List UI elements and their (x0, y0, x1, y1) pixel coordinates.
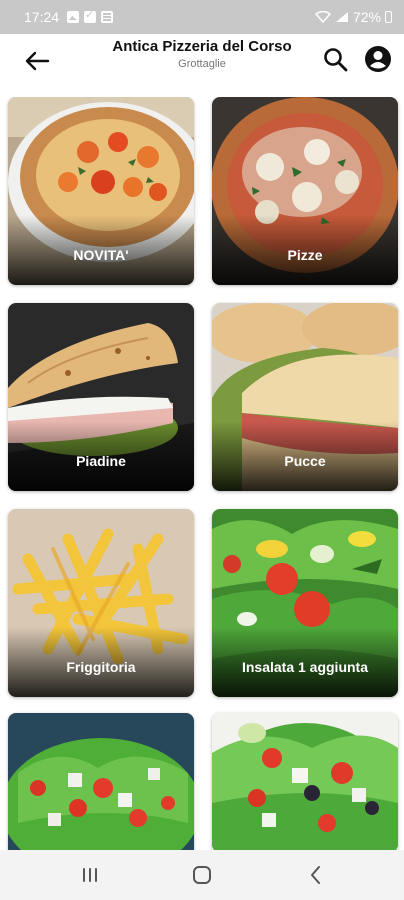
salad-feta-photo (8, 713, 194, 850)
status-bar: 17:24 72% (0, 0, 404, 34)
category-card-insalata[interactable]: Insalata 1 aggiunta (212, 509, 398, 697)
message-notification-icon (101, 11, 114, 23)
category-card-novita[interactable]: NOVITA' (8, 97, 194, 285)
back-icon[interactable] (304, 863, 328, 887)
category-card-pucce[interactable]: Pucce (212, 303, 398, 491)
app-header: Antica Pizzeria del Corso Grottaglie (0, 34, 404, 88)
category-label: Pizze (287, 247, 323, 263)
notification-icons (67, 8, 114, 23)
gallery-notification-icon (67, 11, 80, 23)
wifi-icon (314, 11, 331, 23)
status-time: 17:24 (24, 9, 60, 25)
signal-icon (335, 12, 348, 22)
battery-level: 72% (352, 9, 381, 25)
status-right: 72% (314, 9, 392, 25)
category-label: Friggitoria (66, 659, 136, 675)
account-icon[interactable] (364, 45, 392, 73)
category-grid: NOVITA' Pizze Piadine Pucce Friggitoria … (0, 97, 404, 850)
recent-apps-icon[interactable] (78, 863, 102, 887)
home-icon[interactable] (190, 863, 214, 887)
category-label: Pucce (284, 453, 326, 469)
category-label: NOVITA' (73, 247, 129, 263)
category-card-friggitoria[interactable]: Friggitoria (8, 509, 194, 697)
category-card-piadine[interactable]: Piadine (8, 303, 194, 491)
category-label: Piadine (76, 453, 126, 469)
battery-icon (385, 11, 392, 23)
check-notification-icon (84, 8, 97, 23)
category-label: Insalata 1 aggiunta (241, 659, 369, 675)
greek-salad-photo (212, 713, 398, 850)
category-card-pizze[interactable]: Pizze (212, 97, 398, 285)
category-card-8[interactable] (212, 713, 398, 850)
system-nav-bar (0, 850, 404, 900)
category-card-7[interactable] (8, 713, 194, 850)
search-icon[interactable] (322, 46, 350, 74)
